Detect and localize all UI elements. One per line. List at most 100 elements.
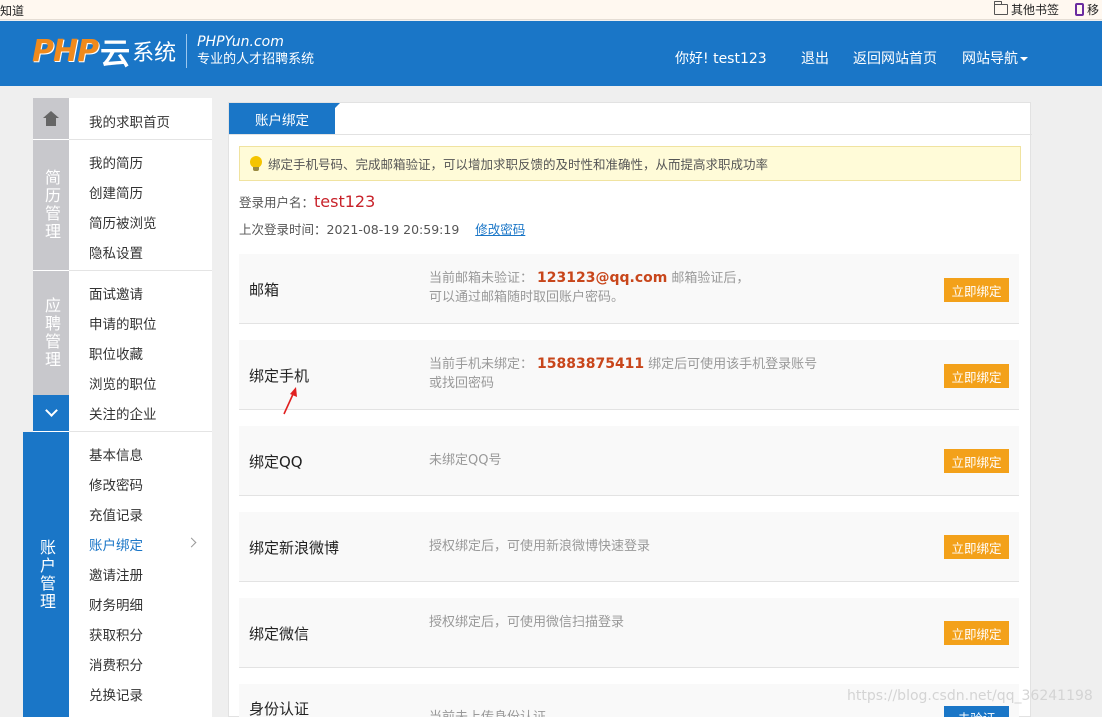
last-login-row: 上次登录时间：2021-08-19 20:59:19 修改密码 bbox=[239, 219, 525, 238]
bind-identity-button[interactable]: 去验证 bbox=[944, 706, 1009, 717]
logo-php-text: PHP bbox=[32, 33, 99, 69]
sidebar-item-invite-register[interactable]: 邀请注册 bbox=[89, 564, 143, 584]
sidebar-item-home[interactable]: 我的求职首页 bbox=[89, 111, 170, 131]
sidebar-item-my-resume[interactable]: 我的简历 bbox=[89, 152, 143, 172]
binding-row-weibo: 绑定新浪微博 授权绑定后，可使用新浪微博快速登录 立即绑定 bbox=[239, 512, 1019, 582]
tab-account-binding[interactable]: 账户绑定 bbox=[229, 103, 340, 134]
tip-notice: 绑定手机号码、完成邮箱验证，可以增加求职反馈的及时性和准确性，从而提高求职成功率 bbox=[239, 146, 1021, 181]
logo-yun-text: 云 bbox=[100, 37, 131, 72]
sidebar-divider bbox=[69, 431, 212, 432]
logo-divider bbox=[186, 34, 188, 68]
logo-domain: PHPYun.com bbox=[197, 34, 284, 50]
binding-desc-pre: 当前邮箱未验证： bbox=[429, 271, 534, 286]
chevron-down-icon bbox=[44, 404, 58, 417]
site-nav-dropdown[interactable]: 网站导航 bbox=[962, 48, 1028, 68]
sidebar-divider bbox=[69, 139, 212, 140]
home-icon bbox=[42, 110, 60, 127]
binding-row-qq: 绑定QQ 未绑定QQ号 立即绑定 bbox=[239, 426, 1019, 496]
binding-title: 绑定微信 bbox=[249, 624, 310, 643]
sidebar-home-cat[interactable] bbox=[33, 98, 69, 139]
greeting: 你好! test123 bbox=[675, 48, 767, 68]
logout-link[interactable]: 退出 bbox=[801, 48, 829, 68]
lightbulb-icon bbox=[250, 155, 262, 172]
sidebar-item-privacy[interactable]: 隐私设置 bbox=[89, 242, 143, 262]
sidebar-item-finance-details[interactable]: 财务明细 bbox=[89, 594, 143, 614]
sidebar-collapse-toggle[interactable] bbox=[33, 395, 69, 431]
sidebar-cat-apply-label: 应聘管理 bbox=[42, 297, 61, 369]
binding-desc-post: 邮箱验证后， bbox=[671, 271, 750, 286]
bind-email-button[interactable]: 立即绑定 bbox=[944, 278, 1009, 302]
sidebar-cat-account: 账户管理 bbox=[23, 432, 69, 717]
back-home-link[interactable]: 返回网站首页 bbox=[853, 48, 937, 68]
site-logo[interactable]: PHP 云 系统 PHPYun.com 专业的人才招聘系统 bbox=[32, 29, 314, 73]
sidebar-item-earn-points[interactable]: 获取积分 bbox=[89, 624, 143, 644]
binding-row-email: 邮箱 当前邮箱未验证： 123123@qq.com 邮箱验证后， 可以通过邮箱随时取… bbox=[239, 254, 1019, 324]
sidebar-item-resume-viewed[interactable]: 简历被浏览 bbox=[89, 212, 157, 232]
bookmark-mobile-label: 移 bbox=[1087, 3, 1100, 17]
binding-desc: 当前手机未绑定： 15883875411 绑定后可使用该手机登录账号 或找回密码 bbox=[429, 355, 849, 393]
binding-desc-line2: 或找回密码 bbox=[429, 376, 495, 391]
sidebar-item-followed-companies[interactable]: 关注的企业 bbox=[89, 403, 157, 423]
logo-tagline-block: PHPYun.com 专业的人才招聘系统 bbox=[197, 34, 314, 68]
binding-row-phone: 绑定手机 当前手机未绑定： 15883875411 绑定后可使用该手机登录账号 或找… bbox=[239, 340, 1019, 410]
sidebar-item-viewed-jobs[interactable]: 浏览的职位 bbox=[89, 373, 157, 393]
binding-desc: 未绑定QQ号 bbox=[429, 453, 502, 468]
binding-desc-line2: 可以通过邮箱随时取回账户密码。 bbox=[429, 290, 625, 305]
bind-wechat-button[interactable]: 立即绑定 bbox=[944, 621, 1009, 645]
last-login-value: 2021-08-19 20:59:19 bbox=[326, 222, 460, 237]
sidebar-item-redeem-records[interactable]: 兑换记录 bbox=[89, 684, 143, 704]
binding-desc: 授权绑定后，可使用新浪微博快速登录 bbox=[429, 539, 651, 554]
last-login-label: 上次登录时间： bbox=[239, 222, 327, 237]
sidebar-item-change-password[interactable]: 修改密码 bbox=[89, 474, 143, 494]
binding-desc: 当前邮箱未验证： 123123@qq.com 邮箱验证后， 可以通过邮箱随时取回账户… bbox=[429, 269, 849, 307]
folder-icon bbox=[993, 1, 1008, 15]
binding-desc-pre: 当前手机未绑定： bbox=[429, 357, 534, 372]
caret-down-icon bbox=[1020, 57, 1028, 61]
bookmark-folder-other[interactable]: 其他书签 bbox=[993, 1, 1059, 18]
site-header: PHP 云 系统 PHPYun.com 专业的人才招聘系统 你好! test12… bbox=[0, 21, 1102, 86]
logo-tagline: 专业的人才招聘系统 bbox=[197, 52, 315, 67]
binding-title: 绑定手机 bbox=[249, 366, 310, 385]
login-user-row: 登录用户名：test123 bbox=[239, 192, 375, 211]
change-password-link[interactable]: 修改密码 bbox=[475, 222, 525, 237]
login-user-value: test123 bbox=[314, 192, 376, 211]
watermark: https://blog.csdn.net/qq_36241198 bbox=[847, 688, 1093, 704]
mobile-icon bbox=[1075, 3, 1084, 16]
logo-system-text: 系统 bbox=[132, 41, 177, 66]
binding-title: 邮箱 bbox=[249, 280, 280, 299]
binding-desc: 当前未上传身份认证 bbox=[429, 708, 849, 717]
sidebar-cat-account-label: 账户管理 bbox=[37, 538, 56, 611]
bind-weibo-button[interactable]: 立即绑定 bbox=[944, 535, 1009, 559]
sidebar-item-basic-info[interactable]: 基本信息 bbox=[89, 444, 143, 464]
binding-title: 身份认证 bbox=[249, 700, 310, 717]
binding-row-wechat: 绑定微信 授权绑定后，可使用微信扫描登录 立即绑定 bbox=[239, 598, 1019, 668]
binding-title: 绑定新浪微博 bbox=[249, 538, 340, 557]
browser-bookmark-bar: 知道 其他书签 移 bbox=[0, 0, 1102, 20]
sidebar: 我的求职首页 简历管理 我的简历 创建简历 简历被浏览 隐私设置 应聘管理 面试… bbox=[23, 98, 212, 717]
header-username[interactable]: test123 bbox=[713, 51, 767, 67]
sidebar-cat-apply: 应聘管理 bbox=[33, 271, 69, 395]
bind-qq-button[interactable]: 立即绑定 bbox=[944, 449, 1009, 473]
sidebar-cat-resume-label: 简历管理 bbox=[42, 169, 61, 241]
red-annotation-arrow-icon bbox=[283, 387, 297, 415]
sidebar-item-recharge-records[interactable]: 充值记录 bbox=[89, 504, 143, 524]
sidebar-item-applied-jobs[interactable]: 申请的职位 bbox=[89, 313, 157, 333]
tip-notice-text: 绑定手机号码、完成邮箱验证，可以增加求职反馈的及时性和准确性，从而提高求职成功率 bbox=[268, 157, 769, 172]
site-nav-label: 网站导航 bbox=[962, 51, 1018, 67]
bind-phone-button[interactable]: 立即绑定 bbox=[944, 364, 1009, 388]
sidebar-item-account-binding[interactable]: 账户绑定 bbox=[89, 534, 143, 554]
bookmark-partial-text[interactable]: 知道 bbox=[0, 2, 24, 19]
main-panel: 账户绑定 绑定手机号码、完成邮箱验证，可以增加求职反馈的及时性和准确性，从而提高… bbox=[228, 102, 1032, 717]
greeting-text: 你好! bbox=[675, 51, 709, 67]
binding-desc: 授权绑定后，可使用微信扫描登录 bbox=[429, 615, 625, 630]
sidebar-item-interview[interactable]: 面试邀请 bbox=[89, 283, 143, 303]
sidebar-divider bbox=[69, 270, 212, 271]
bookmark-mobile[interactable]: 移 bbox=[1075, 1, 1099, 18]
chevron-right-icon bbox=[186, 537, 197, 548]
tab-underline bbox=[229, 134, 1032, 135]
sidebar-cat-resume: 简历管理 bbox=[33, 140, 69, 270]
sidebar-item-spend-points[interactable]: 消费积分 bbox=[89, 654, 143, 674]
sidebar-item-favorite-jobs[interactable]: 职位收藏 bbox=[89, 343, 143, 363]
binding-desc-post: 绑定后可使用该手机登录账号 bbox=[648, 357, 818, 372]
sidebar-item-create-resume[interactable]: 创建简历 bbox=[89, 182, 143, 202]
